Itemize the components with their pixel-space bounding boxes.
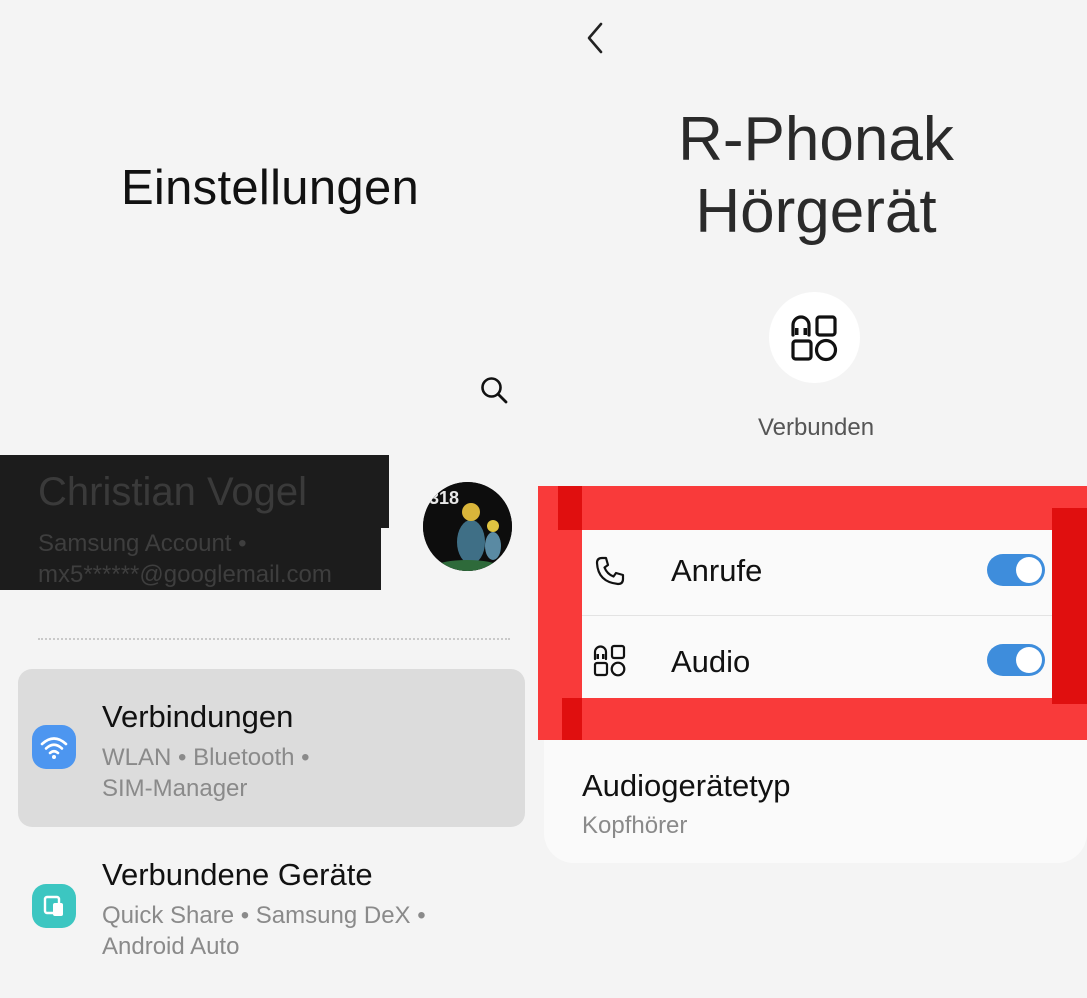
apps-icon [592,643,628,679]
profile-email: mx5******@googlemail.com [38,561,332,588]
device-name-line1: R-Phonak [678,105,954,174]
menu-item-verbindungen[interactable]: Verbindungen WLAN • Bluetooth • SIM-Mana… [18,669,525,827]
divider [582,615,1052,616]
device-title: R-Phonak Hörgerät [540,104,1087,248]
avatar[interactable]: 318 [423,482,512,571]
profile-label-anrufe: Anrufe [671,553,763,588]
page-title: Einstellungen [120,161,420,215]
search-icon [481,377,508,404]
device-name-line2: Hörgerät [695,177,937,246]
search-button[interactable] [474,370,514,410]
connected-devices-icon [32,884,76,928]
menu-item-title: Verbundene Geräte [102,857,373,892]
device-type-icon [769,292,860,383]
profile-account-line: Samsung Account • [38,530,247,557]
audio-device-type-title: Audiogerätetyp [582,768,791,803]
menu-item-subtitle: Quick Share • Samsung DeX • [102,902,426,929]
profile-name[interactable]: Christian Vogel [38,470,307,515]
menu-item-verbundene-geraete[interactable]: Verbundene Geräte Quick Share • Samsung … [18,835,525,985]
toggle-audio[interactable] [987,644,1045,676]
toggle-anrufe[interactable] [987,554,1045,586]
highlight-annotation-corner [558,486,582,530]
wifi-icon [32,725,76,769]
menu-item-subtitle: Android Auto [102,933,240,960]
chevron-left-icon [587,22,603,54]
menu-item-subtitle: SIM-Manager [102,775,248,802]
highlight-annotation-corner [1052,508,1087,704]
apps-icon [790,314,837,361]
back-button[interactable] [577,20,613,56]
phone-icon [592,553,628,589]
menu-item-title: Verbindungen [102,699,294,734]
profiles-card [582,530,1052,698]
connection-status: Verbunden [757,414,875,441]
menu-item-subtitle: WLAN • Bluetooth • [102,744,310,771]
audio-device-type-value: Kopfhörer [582,812,688,839]
profile-label-audio: Audio [671,644,751,679]
divider [38,638,510,640]
highlight-annotation-corner [562,698,582,740]
